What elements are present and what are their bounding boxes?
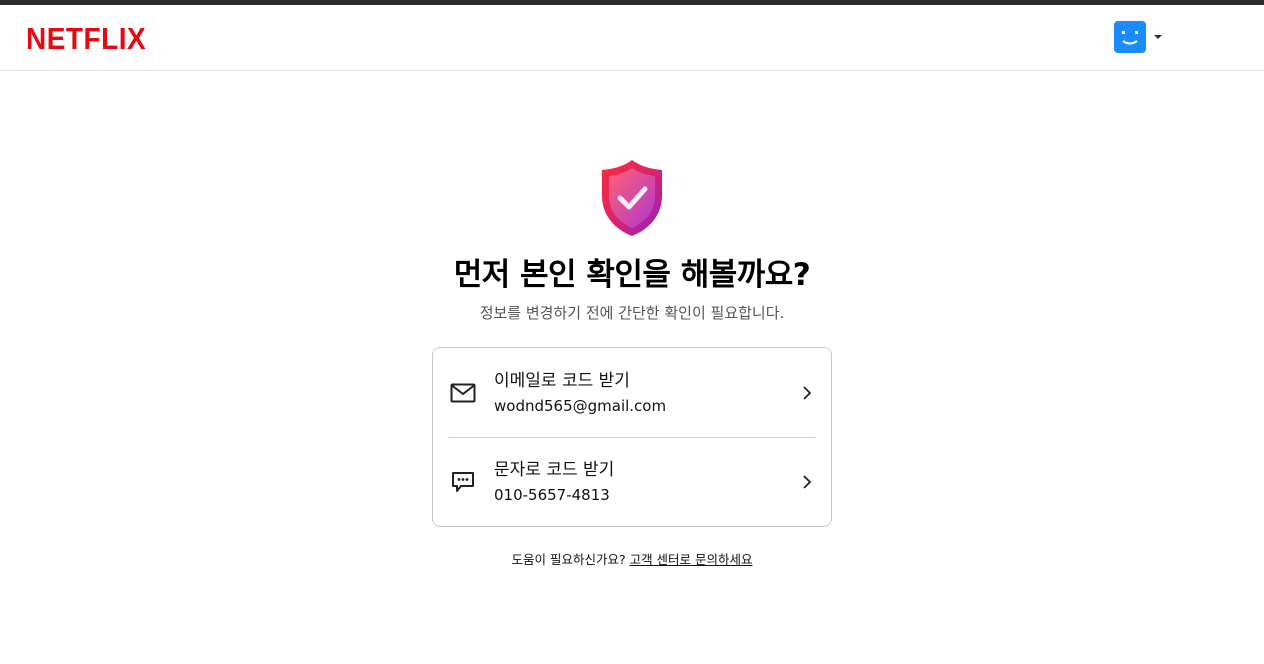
verification-panel: 먼저 본인 확인을 해볼까요? 정보를 변경하기 전에 간단한 확인이 필요합니… — [0, 158, 1264, 569]
shield-check-icon — [602, 160, 662, 236]
chevron-right-icon — [803, 385, 812, 400]
envelope-icon — [449, 379, 477, 407]
customer-center-link[interactable]: 고객 센터로 문의하세요 — [630, 552, 753, 567]
header: NETFLIX — [0, 5, 1264, 71]
option-label: 문자로 코드 받기 — [494, 460, 615, 480]
account-menu[interactable] — [1114, 21, 1162, 53]
email-address: wodnd565@gmail.com — [494, 396, 667, 415]
netflix-logo[interactable]: NETFLIX — [26, 22, 146, 57]
email-code-option[interactable]: 이메일로 코드 받기 wodnd565@gmail.com — [449, 348, 815, 437]
help-text: 도움이 필요하신가요? 고객 센터로 문의하세요 — [511, 551, 752, 569]
sms-code-option[interactable]: 문자로 코드 받기 010-5657-4813 — [449, 437, 815, 526]
smiley-face-icon — [1122, 31, 1138, 45]
caret-down-icon[interactable] — [1154, 35, 1162, 39]
chevron-right-icon — [803, 475, 812, 489]
verification-options: 이메일로 코드 받기 wodnd565@gmail.com 문자로 코드 받기 … — [432, 347, 832, 527]
option-label: 이메일로 코드 받기 — [494, 370, 630, 391]
page-subtitle: 정보를 변경하기 전에 간단한 확인이 필요합니다. — [479, 304, 785, 322]
page-title: 먼저 본인 확인을 해볼까요? — [453, 257, 811, 293]
profile-avatar[interactable] — [1114, 21, 1146, 53]
phone-number: 010-5657-4813 — [494, 486, 610, 504]
chat-bubble-icon — [449, 468, 477, 496]
help-prefix: 도움이 필요하신가요? — [511, 552, 630, 567]
